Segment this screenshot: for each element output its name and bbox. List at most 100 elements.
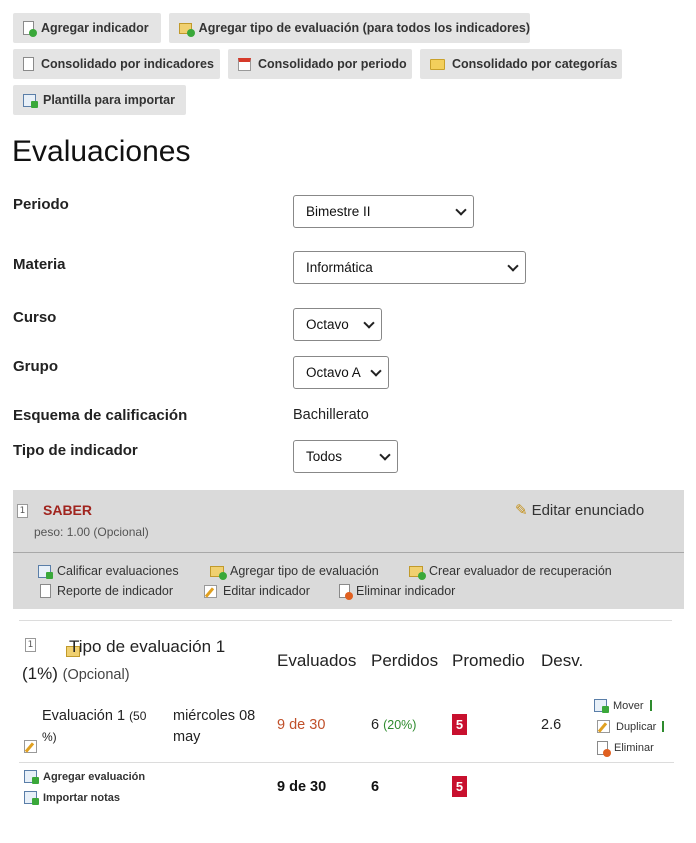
add-evaluation-icon (24, 770, 39, 784)
delete-label: Eliminar (614, 742, 654, 754)
footer-perdidos: 6 (371, 779, 380, 795)
panel-divider (13, 552, 684, 553)
header-desv: Desv. (541, 651, 584, 670)
import-template-label: Plantilla para importar (43, 93, 175, 107)
page-title: Evaluaciones (12, 135, 191, 168)
add-envelope-icon (179, 22, 195, 37)
consolidated-by-period-label: Consolidado por periodo (258, 57, 407, 71)
create-recovery-link[interactable]: Crear evaluador de recuperación (409, 564, 612, 580)
add-envelope-icon (409, 565, 426, 580)
eval-type-title: Tipo de evaluación 1 (69, 637, 226, 656)
add-evaluation-label: Agregar evaluación (43, 770, 146, 783)
chevron-down-icon (379, 449, 391, 461)
table-row-divider (19, 762, 674, 763)
edit-statement-link[interactable]: ✎ Editar enunciado (515, 501, 644, 519)
tipo-indicador-value: Todos (306, 449, 343, 464)
delete-indicator-link[interactable]: Eliminar indicador (339, 584, 456, 600)
add-eval-type-all-label: Agregar tipo de evaluación (para todos l… (198, 21, 530, 35)
add-document-icon (23, 21, 37, 37)
table-top-line (19, 620, 672, 621)
materia-select[interactable]: Informática (293, 251, 526, 284)
duplicate-label: Duplicar (616, 720, 657, 733)
delete-evaluation-link[interactable]: Eliminar (597, 741, 654, 757)
add-indicator-button[interactable]: Agregar indicador (13, 13, 161, 43)
indicator-weight: peso: 1.00 (Opcional) (34, 525, 149, 539)
separator-bar (662, 721, 665, 732)
evaluation-name-cell[interactable]: Evaluación 1 (50 %) (42, 706, 160, 748)
edit-pencil-icon (204, 584, 217, 598)
edit-indicator-link[interactable]: Editar indicador (204, 584, 310, 598)
row-evaluados[interactable]: 9 de 30 (277, 717, 325, 733)
evaluation-date: miércoles 08 may (173, 708, 256, 745)
tipo-indicador-select[interactable]: Todos (293, 440, 398, 473)
calendar-icon (238, 57, 251, 71)
row-desv: 2.6 (541, 717, 562, 733)
indicator-panel: 1 SABER peso: 1.00 (Opcional) ✎ Editar e… (13, 490, 684, 609)
create-recovery-label: Crear evaluador de recuperación (429, 564, 612, 578)
materia-label: Materia (13, 256, 66, 273)
row-perdidos-pct: (20%) (383, 718, 417, 732)
import-notes-link[interactable]: Importar notas (24, 791, 121, 805)
edit-statement-label: Editar enunciado (531, 501, 645, 519)
consolidated-by-indicators-button[interactable]: Consolidado por indicadores (13, 49, 220, 79)
add-evaluation-link[interactable]: Agregar evaluación (24, 770, 146, 784)
add-envelope-icon (210, 565, 227, 580)
import-notes-label: Importar notas (43, 791, 121, 804)
document-icon (40, 584, 51, 598)
esquema-label: Esquema de calificación (13, 407, 188, 424)
periodo-label: Periodo (13, 196, 69, 213)
evaluation-name: Evaluación 1 (42, 708, 126, 724)
duplicate-icon (597, 720, 610, 733)
add-indicator-label: Agregar indicador (41, 21, 149, 35)
row-perdidos: 6 (20%) (371, 717, 416, 733)
eval-type-optional: (Opcional) (62, 667, 130, 683)
duplicate-evaluation-link[interactable]: Duplicar (597, 720, 665, 733)
chevron-down-icon (455, 204, 467, 216)
curso-select[interactable]: Octavo (293, 308, 382, 341)
grade-evaluations-link[interactable]: Calificar evaluaciones (38, 564, 179, 579)
grade-evaluations-label: Calificar evaluaciones (57, 564, 179, 578)
consolidated-by-period-button[interactable]: Consolidado por periodo (228, 49, 412, 79)
import-template-button[interactable]: Plantilla para importar (13, 85, 186, 115)
eval-type-percent: (1%) (Opcional) (22, 664, 130, 684)
import-notes-icon (24, 791, 39, 805)
grupo-select[interactable]: Octavo A (293, 356, 389, 389)
materia-value: Informática (306, 260, 373, 275)
row-perdidos-value: 6 (371, 717, 380, 733)
tipo-indicador-label: Tipo de indicador (13, 442, 138, 459)
document-icon (23, 57, 34, 71)
delete-document-icon (339, 584, 353, 600)
consolidated-by-categories-button[interactable]: Consolidado por categorías (420, 49, 622, 79)
indicator-report-label: Reporte de indicador (57, 584, 174, 598)
indicator-title: SABER (43, 502, 93, 518)
header-promedio: Promedio (452, 651, 525, 670)
add-eval-type-all-button[interactable]: Agregar tipo de evaluación (para todos l… (169, 13, 530, 43)
row-promedio-badge: 5 (452, 714, 467, 735)
move-evaluation-link[interactable]: Mover (594, 699, 652, 713)
add-eval-type-link[interactable]: Agregar tipo de evaluación (210, 564, 379, 580)
add-eval-type-label: Agregar tipo de evaluación (230, 564, 379, 578)
curso-value: Octavo (306, 317, 349, 332)
grade-sheet-icon (38, 564, 53, 579)
periodo-select[interactable]: Bimestre II (293, 195, 474, 228)
pencil-icon: ✎ (515, 501, 528, 519)
evaluation-edit-icon (24, 740, 37, 754)
spreadsheet-import-icon (23, 93, 38, 108)
eval-type-number-icon: 1 (25, 637, 36, 652)
chevron-down-icon (507, 260, 519, 272)
consolidated-by-categories-label: Consolidado por categorías (452, 57, 618, 71)
folder-icon (430, 58, 445, 70)
periodo-value: Bimestre II (306, 204, 371, 219)
header-perdidos: Perdidos (371, 651, 439, 670)
header-evaluados: Evaluados (277, 651, 357, 670)
indicator-report-link[interactable]: Reporte de indicador (40, 584, 173, 598)
indicator-number-icon: 1 (17, 503, 28, 518)
delete-icon (597, 741, 611, 757)
edit-indicator-label: Editar indicador (223, 584, 310, 598)
curso-label: Curso (13, 309, 57, 326)
chevron-down-icon (370, 365, 382, 377)
delete-indicator-label: Eliminar indicador (356, 584, 456, 598)
separator-bar (649, 700, 652, 711)
move-label: Mover (613, 699, 644, 712)
grupo-label: Grupo (13, 358, 58, 375)
